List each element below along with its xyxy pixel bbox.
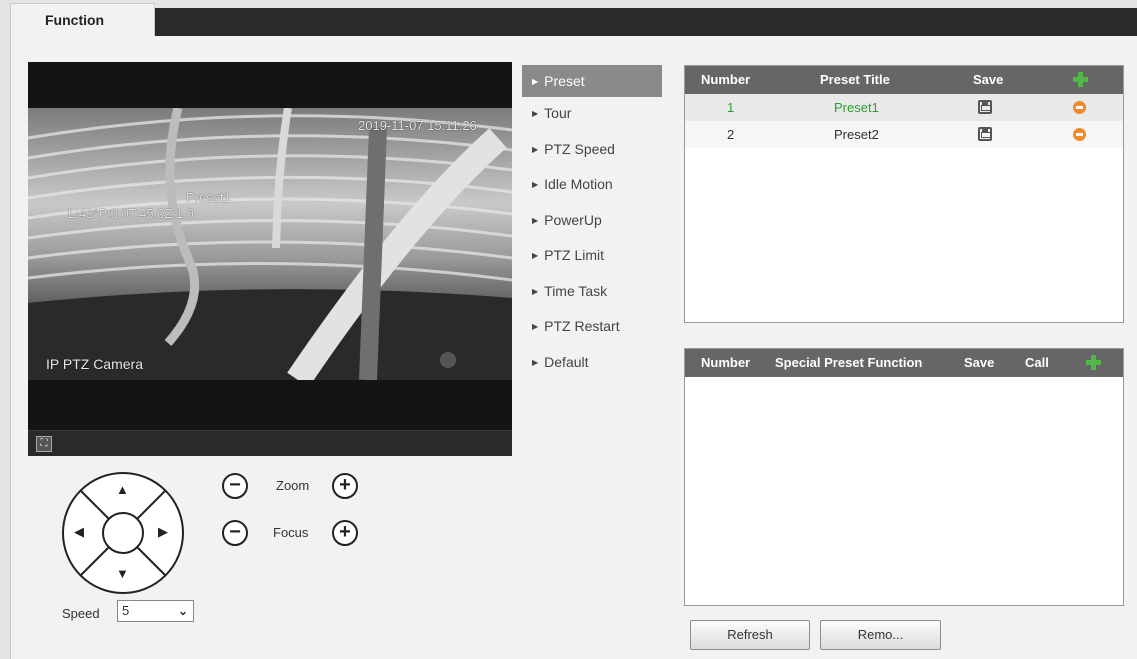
save-icon[interactable] (978, 100, 992, 114)
speed-label: Speed (62, 606, 100, 621)
speed-select[interactable]: 5 ⌄ (117, 600, 194, 622)
scene-image (28, 108, 512, 380)
special-preset-table: Number Special Preset Function Save Call (684, 348, 1124, 606)
camera-name-osd: IP PTZ Camera (46, 356, 143, 372)
zoom-label: Zoom (276, 478, 310, 493)
arrow-right-icon: ▶ (532, 286, 539, 296)
pan-right-icon[interactable]: ▶ (158, 524, 168, 540)
chevron-down-icon: ⌄ (177, 604, 188, 618)
delete-icon[interactable] (1073, 101, 1086, 114)
arrow-right-icon: ▶ (532, 144, 539, 154)
arrow-right-icon: ▶ (532, 215, 539, 225)
zoom-in-button[interactable]: + (332, 473, 358, 499)
timestamp-osd: 2019-11-07 15:11:26 (358, 118, 477, 133)
pan-left-icon[interactable]: ◀ (74, 524, 84, 540)
arrow-right-icon: ▶ (532, 322, 539, 331)
col-number: Number (701, 355, 751, 370)
focus-label: Focus (273, 525, 309, 540)
menu-item-ptz-limit[interactable]: ▶ PTZ Limit (522, 239, 662, 275)
arrow-right-icon: ▶ (532, 357, 539, 367)
menu-item-default[interactable]: ▶ Default (522, 346, 662, 382)
special-table-header: Number Special Preset Function Save Call (685, 349, 1123, 377)
focus-in-button[interactable]: + (332, 520, 358, 546)
row-title[interactable]: Preset1 (834, 100, 879, 115)
arrow-right-icon: ▶ (532, 180, 539, 189)
menu-item-ptz-restart[interactable]: ▶ PTZ Restart (522, 310, 662, 346)
zoom-out-button[interactable]: − (222, 473, 248, 499)
table-row[interactable]: 2 Preset2 (685, 121, 1123, 148)
fullscreen-icon[interactable]: ⛶ (36, 436, 52, 452)
pan-up-icon[interactable]: ▲ (116, 482, 129, 497)
arrow-right-icon: ▶ (532, 251, 539, 260)
ptz-function-menu: ▶ Preset ▶ Tour ▶ PTZ Speed ▶ Idle Motion ▶ P… (522, 65, 662, 381)
preset-table: Number Preset Title Save 1 Preset1 2 Pre… (684, 65, 1124, 323)
add-preset-icon[interactable] (1072, 71, 1088, 87)
remove-button[interactable]: Remo... (820, 620, 941, 650)
video-toolbar: ⛶ (28, 430, 512, 456)
col-save: Save (973, 72, 1004, 87)
ptz-position-osd: L:43°P:0.0T:45.0Z:1.0 (68, 206, 194, 221)
top-bar: Function (0, 0, 1137, 37)
table-row[interactable]: 1 Preset1 (685, 94, 1123, 121)
live-video: 2019-11-07 15:11:26 Preset1 L:43°P:0.0T:… (28, 62, 512, 456)
ptz-direction-pad: ▲ ▼ ◀ ▶ (60, 470, 186, 596)
delete-icon[interactable] (1073, 128, 1086, 141)
speed-value: 5 (122, 603, 130, 618)
focus-out-button[interactable]: − (222, 520, 248, 546)
col-special-function: Special Preset Function (775, 355, 923, 370)
tab-function[interactable]: Function (10, 3, 155, 37)
row-title[interactable]: Preset2 (834, 127, 879, 142)
tab-function-label: Function (45, 12, 105, 28)
menu-item-powerup[interactable]: ▶ PowerUp (522, 204, 662, 240)
tab-strip (153, 8, 1137, 36)
save-icon[interactable] (978, 127, 992, 141)
preset-table-header: Number Preset Title Save (685, 66, 1123, 94)
preset-osd: Preset1 (186, 190, 231, 205)
col-preset-title: Preset Title (820, 72, 890, 87)
refresh-button[interactable]: Refresh (690, 620, 810, 650)
menu-item-time-task[interactable]: ▶ Time Task (522, 275, 662, 311)
menu-item-tour[interactable]: ▶ Tour (522, 97, 662, 133)
row-number: 1 (727, 100, 735, 115)
arrow-right-icon: ▶ (532, 109, 539, 118)
col-call: Call (1025, 355, 1049, 370)
menu-item-preset[interactable]: ▶ Preset (522, 65, 662, 97)
menu-item-idle-motion[interactable]: ▶ Idle Motion (522, 168, 662, 204)
pan-down-icon[interactable]: ▼ (116, 566, 129, 581)
col-number: Number (701, 72, 751, 87)
col-save: Save (964, 355, 995, 370)
add-special-preset-icon[interactable] (1085, 354, 1101, 370)
arrow-right-icon: ▶ (532, 77, 539, 86)
camera-scene (28, 108, 512, 380)
menu-item-ptz-speed[interactable]: ▶ PTZ Speed (522, 133, 662, 169)
row-number: 2 (727, 127, 735, 142)
